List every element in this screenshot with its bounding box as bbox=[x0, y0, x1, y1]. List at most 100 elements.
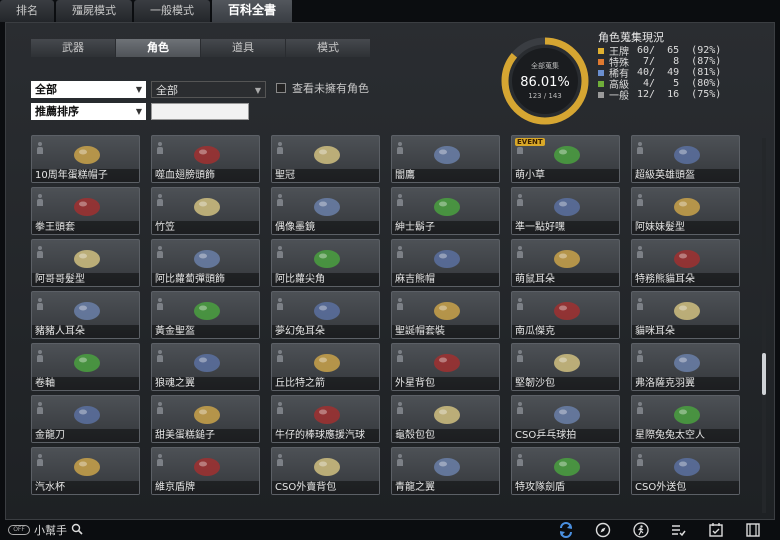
person-icon bbox=[277, 454, 283, 466]
item-card[interactable]: 麻吉熊帽 bbox=[391, 239, 500, 287]
show-unowned-toggle[interactable]: 查看未擁有角色 bbox=[276, 80, 369, 96]
item-card[interactable]: 堅韌沙包 bbox=[511, 343, 620, 391]
subtab-modes[interactable]: 模式 bbox=[286, 39, 370, 57]
item-card[interactable]: 南瓜傑克 bbox=[511, 291, 620, 339]
person-icon bbox=[517, 194, 523, 206]
item-card[interactable]: 阿妹妹髮型 bbox=[631, 187, 740, 235]
category-select[interactable]: 全部 ▼ bbox=[31, 81, 146, 98]
item-name: 龜殼包包 bbox=[392, 429, 499, 442]
item-card[interactable]: 貓咪耳朵 bbox=[631, 291, 740, 339]
item-name: CSO外送包 bbox=[632, 481, 739, 494]
item-card[interactable]: CSO乒乓球拍 bbox=[511, 395, 620, 443]
item-card[interactable]: 龜殼包包 bbox=[391, 395, 500, 443]
item-card[interactable]: 噬血翅膀頭飾 bbox=[151, 135, 260, 183]
subtab-weapons[interactable]: 武器 bbox=[31, 39, 115, 57]
item-name: 麻吉熊帽 bbox=[392, 273, 499, 286]
item-card[interactable]: 狼魂之翼 bbox=[151, 343, 260, 391]
helper-control[interactable]: OFF 小幫手 bbox=[8, 522, 83, 538]
item-card[interactable]: 萌鼠耳朵 bbox=[511, 239, 620, 287]
item-card[interactable]: 外星背包 bbox=[391, 343, 500, 391]
sort-select[interactable]: 推薦排序 ▼ bbox=[31, 103, 146, 120]
person-icon bbox=[637, 350, 643, 362]
item-name: 甜美蛋糕鎚子 bbox=[152, 429, 259, 442]
person-icon bbox=[37, 142, 43, 154]
subtab-items[interactable]: 道具 bbox=[201, 39, 285, 57]
person-icon bbox=[637, 454, 643, 466]
item-card[interactable]: 聖誕帽套裝 bbox=[391, 291, 500, 339]
item-thumbnail-icon bbox=[427, 296, 467, 324]
item-card[interactable]: CSO外送包 bbox=[631, 447, 740, 495]
rarity-count: 12/ 16 (75%) bbox=[637, 89, 722, 100]
runner-icon[interactable] bbox=[632, 521, 650, 539]
person-icon bbox=[517, 350, 523, 362]
item-card[interactable]: 弗洛薩克羽翼 bbox=[631, 343, 740, 391]
tab-zombie-mode[interactable]: 殭屍模式 bbox=[56, 0, 132, 22]
checklist-icon[interactable] bbox=[669, 521, 687, 539]
person-icon bbox=[397, 402, 403, 414]
item-card[interactable]: 金龍刀 bbox=[31, 395, 140, 443]
item-thumbnail-icon bbox=[427, 140, 467, 168]
item-thumbnail-icon bbox=[307, 140, 347, 168]
item-card[interactable]: EVENT 萌小草 bbox=[511, 135, 620, 183]
item-card[interactable]: 甜美蛋糕鎚子 bbox=[151, 395, 260, 443]
person-icon bbox=[157, 402, 163, 414]
item-thumbnail-icon bbox=[667, 400, 707, 428]
search-icon[interactable] bbox=[71, 523, 83, 538]
chevron-down-icon: ▼ bbox=[254, 86, 261, 95]
search-input[interactable] bbox=[151, 103, 249, 120]
item-card[interactable]: 豬豬人耳朵 bbox=[31, 291, 140, 339]
item-thumbnail-icon bbox=[67, 140, 107, 168]
item-card[interactable]: 聖冠 bbox=[271, 135, 380, 183]
film-strip-icon[interactable] bbox=[744, 521, 762, 539]
person-icon bbox=[157, 194, 163, 206]
item-thumbnail-icon bbox=[67, 244, 107, 272]
collection-stat-row: 一般 12/ 16 (75%) bbox=[598, 87, 721, 102]
item-card[interactable]: CSO外賣背包 bbox=[271, 447, 380, 495]
item-card[interactable]: 紳士鬍子 bbox=[391, 187, 500, 235]
person-icon bbox=[37, 454, 43, 466]
calendar-check-icon[interactable] bbox=[707, 521, 725, 539]
helper-toggle[interactable]: OFF bbox=[8, 525, 30, 535]
item-card[interactable]: 牛仔的棒球應援汽球 bbox=[271, 395, 380, 443]
item-card[interactable]: 卷軸 bbox=[31, 343, 140, 391]
grid-scrollbar[interactable] bbox=[762, 138, 766, 513]
person-icon bbox=[637, 298, 643, 310]
compass-icon[interactable] bbox=[594, 521, 612, 539]
item-card[interactable]: 黃金聖盔 bbox=[151, 291, 260, 339]
item-card[interactable]: 偶像墨鏡 bbox=[271, 187, 380, 235]
person-icon bbox=[397, 350, 403, 362]
item-card[interactable]: 星際兔兔太空人 bbox=[631, 395, 740, 443]
tab-ranking[interactable]: 排名 bbox=[0, 0, 54, 22]
subtab-characters[interactable]: 角色 bbox=[116, 39, 200, 57]
item-card[interactable]: 夢幻兔耳朵 bbox=[271, 291, 380, 339]
subcategory-select[interactable]: 全部 ▼ bbox=[151, 81, 266, 98]
tab-normal-mode[interactable]: 一般模式 bbox=[134, 0, 210, 22]
item-card[interactable]: 丘比特之箭 bbox=[271, 343, 380, 391]
item-name: CSO外賣背包 bbox=[272, 481, 379, 494]
refresh-icon[interactable] bbox=[557, 521, 575, 539]
scroll-thumb[interactable] bbox=[762, 353, 766, 395]
item-card[interactable]: 阿比蘿尖角 bbox=[271, 239, 380, 287]
item-card[interactable]: 汽水杯 bbox=[31, 447, 140, 495]
item-card[interactable]: 特攻隊劍盾 bbox=[511, 447, 620, 495]
item-name: 噬血翅膀頭飾 bbox=[152, 169, 259, 182]
item-card[interactable]: 阿比蘿蔔彈頭飾 bbox=[151, 239, 260, 287]
item-card[interactable]: 準一點好嘿 bbox=[511, 187, 620, 235]
item-card[interactable]: 維京盾牌 bbox=[151, 447, 260, 495]
item-card[interactable]: 阿哥哥髮型 bbox=[31, 239, 140, 287]
tab-encyclopedia[interactable]: 百科全書 bbox=[212, 0, 293, 22]
item-thumbnail-icon bbox=[187, 400, 227, 428]
item-card[interactable]: 闇鷹 bbox=[391, 135, 500, 183]
show-unowned-checkbox[interactable] bbox=[276, 83, 286, 93]
item-thumbnail-icon bbox=[307, 348, 347, 376]
person-icon bbox=[277, 246, 283, 258]
item-name: 丘比特之箭 bbox=[272, 377, 379, 390]
item-card[interactable]: 超級英雄頭盔 bbox=[631, 135, 740, 183]
donut-count: 123 / 143 bbox=[528, 92, 562, 100]
item-card[interactable]: 10周年蛋糕帽子 bbox=[31, 135, 140, 183]
item-card[interactable]: 青龍之翼 bbox=[391, 447, 500, 495]
item-card[interactable]: 特務熊貓耳朵 bbox=[631, 239, 740, 287]
item-card[interactable]: 拳王頭套 bbox=[31, 187, 140, 235]
item-card[interactable]: 竹笠 bbox=[151, 187, 260, 235]
item-name: 南瓜傑克 bbox=[512, 325, 619, 338]
